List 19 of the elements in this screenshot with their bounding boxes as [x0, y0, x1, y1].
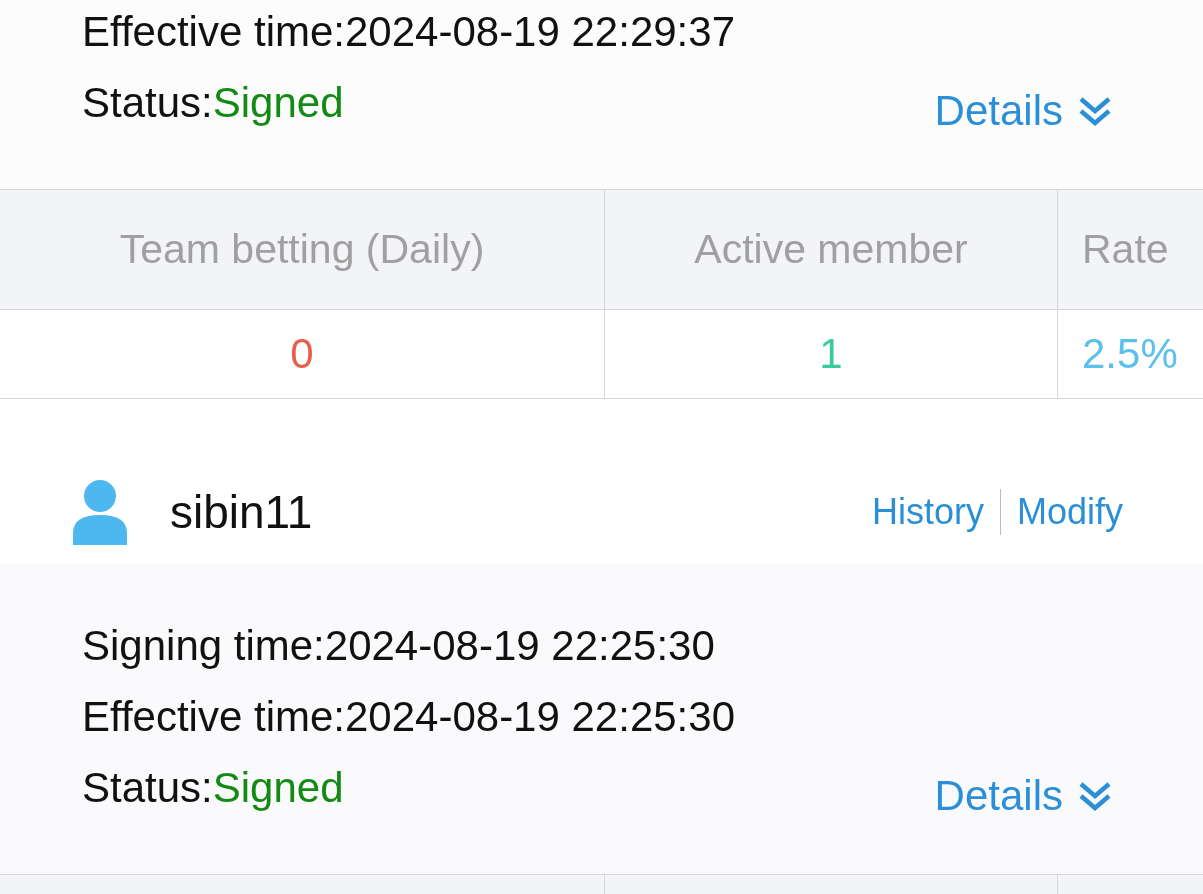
- table-cell: 0: [0, 310, 605, 398]
- username: sibin11: [170, 484, 314, 539]
- table-cell-text: 2.5%: [1081, 329, 1179, 379]
- action-link[interactable]: Modify: [1016, 490, 1123, 533]
- status-label: Status:: [82, 764, 213, 811]
- info-text: Effective time:2024-08-19 22:25:30: [82, 692, 735, 741]
- column-header: Active member: [605, 190, 1058, 309]
- details-link[interactable]: Details: [934, 86, 1113, 135]
- table-cell: 1: [605, 310, 1058, 398]
- status-label: Status:: [82, 79, 213, 126]
- column-header: Team betting (Daily): [0, 190, 605, 309]
- info-text: Effective time:2024-08-19 22:29:37: [82, 7, 735, 56]
- status-value: Signed: [212, 79, 344, 126]
- column-header: Rate: [1081, 225, 1170, 274]
- user-icon: [73, 478, 127, 545]
- action-link[interactable]: History: [871, 490, 984, 533]
- status-value: Signed: [212, 764, 344, 811]
- info-text: Signing time:2024-08-19 22:25:30: [82, 621, 716, 670]
- details-link[interactable]: Details: [934, 771, 1113, 820]
